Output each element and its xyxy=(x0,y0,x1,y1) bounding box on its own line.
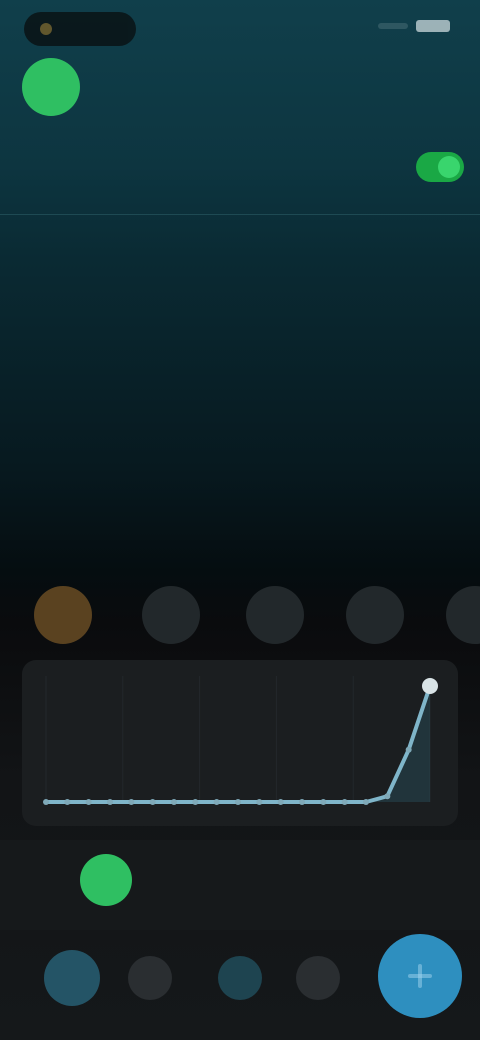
calendar-day[interactable] xyxy=(401,352,466,404)
calendar-day[interactable] xyxy=(337,352,402,404)
recording-dot-icon xyxy=(40,23,52,35)
summary xyxy=(0,130,480,210)
calendar-day[interactable] xyxy=(143,456,208,508)
calendar-day[interactable] xyxy=(401,404,466,456)
chart-point xyxy=(43,799,49,805)
filter-chip[interactable] xyxy=(142,586,200,644)
calendar-day[interactable] xyxy=(337,300,402,352)
chart-point xyxy=(256,799,263,805)
chart-point xyxy=(363,799,369,805)
chart-point xyxy=(422,678,438,694)
calendar-day[interactable] xyxy=(143,352,208,404)
calendar-day[interactable] xyxy=(208,300,273,352)
calendar-day[interactable] xyxy=(272,456,337,508)
filter-chip[interactable] xyxy=(246,586,304,644)
chart-point xyxy=(277,799,284,805)
menu-icon[interactable] xyxy=(420,70,450,100)
chart-point xyxy=(320,799,327,805)
calendar-day[interactable] xyxy=(143,404,208,456)
add-button[interactable] xyxy=(378,934,462,1018)
chart-point xyxy=(341,799,348,805)
chart-point xyxy=(149,799,156,805)
chart-point xyxy=(213,799,220,805)
calendar-day[interactable] xyxy=(208,352,273,404)
calendar-day[interactable] xyxy=(401,300,466,352)
calendar-day[interactable] xyxy=(272,300,337,352)
calendar-day[interactable] xyxy=(143,300,208,352)
calendar-day[interactable] xyxy=(14,352,79,404)
calendar-day[interactable] xyxy=(14,456,79,508)
nav-home-icon[interactable] xyxy=(44,950,100,1006)
bottom-nav xyxy=(0,930,480,1040)
signal-icon xyxy=(378,23,408,29)
player-card[interactable] xyxy=(0,840,480,930)
filter-chips xyxy=(0,580,480,650)
calendar-day[interactable] xyxy=(14,300,79,352)
calendar-day[interactable] xyxy=(272,352,337,404)
plus-icon xyxy=(408,964,432,988)
status-pill xyxy=(24,12,136,46)
nav-profile-icon[interactable] xyxy=(296,956,340,1000)
chart-point xyxy=(384,793,391,800)
battery-icon xyxy=(416,20,450,32)
calendar-day[interactable] xyxy=(14,508,79,560)
chart-point xyxy=(192,799,199,805)
calendar-day[interactable] xyxy=(208,404,273,456)
nav-grid-icon[interactable] xyxy=(128,956,172,1000)
calendar-day[interactable] xyxy=(79,352,144,404)
chart-point xyxy=(85,799,92,805)
filter-chip[interactable] xyxy=(346,586,404,644)
calendar-day[interactable] xyxy=(272,404,337,456)
chart-point xyxy=(405,746,412,753)
summary-toggle[interactable] xyxy=(416,152,464,182)
chart-point xyxy=(235,799,241,805)
chart-point xyxy=(64,799,71,805)
chart-point xyxy=(107,799,113,805)
chart-point xyxy=(171,799,177,805)
filter-chip[interactable] xyxy=(34,586,92,644)
avatar[interactable] xyxy=(22,58,80,116)
divider xyxy=(0,214,480,215)
calendar-day[interactable] xyxy=(79,404,144,456)
chart-card xyxy=(22,660,458,826)
nav-stats-icon[interactable] xyxy=(218,956,262,1000)
header xyxy=(0,56,480,126)
calendar-day[interactable] xyxy=(401,456,466,508)
calendar-day[interactable] xyxy=(337,456,402,508)
chart-series-line xyxy=(46,685,432,804)
calendar-day[interactable] xyxy=(337,404,402,456)
player-avatar xyxy=(80,854,132,906)
chart-point xyxy=(299,799,305,805)
status-icons xyxy=(378,20,450,32)
calendar-day[interactable] xyxy=(14,404,79,456)
status-bar xyxy=(0,0,480,56)
chart-area xyxy=(46,686,430,802)
filter-chip[interactable] xyxy=(446,586,480,644)
calendar-day[interactable] xyxy=(79,300,144,352)
chart-point xyxy=(128,799,135,805)
calendar-grid xyxy=(14,300,466,560)
calendar-day[interactable] xyxy=(79,456,144,508)
line-chart xyxy=(43,676,438,805)
calendar-day[interactable] xyxy=(208,456,273,508)
